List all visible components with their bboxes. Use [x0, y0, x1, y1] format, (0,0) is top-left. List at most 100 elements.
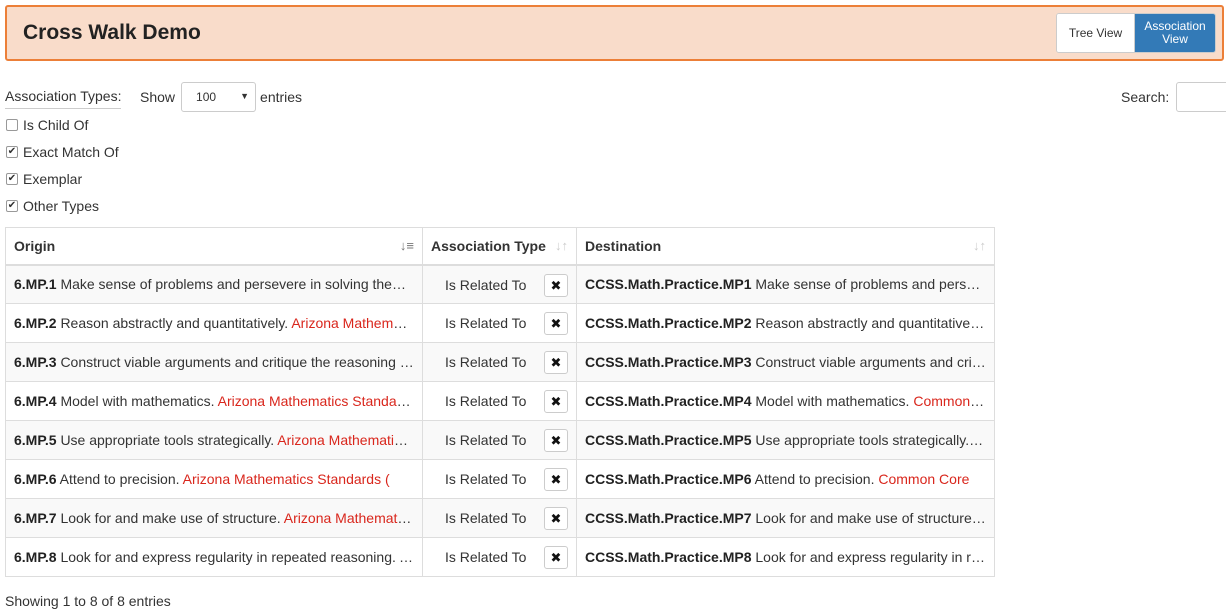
origin-text: Make sense of problems and persevere in … [60, 276, 421, 293]
filter-item[interactable]: ✔ Exact Match Of [6, 144, 119, 160]
destination-text: Model with mathematics. [755, 393, 910, 409]
table-row: 6.MP.2 Reason abstractly and quantitativ… [5, 303, 995, 343]
destination-text: Reason abstractly and quantitatively. Co… [755, 315, 993, 331]
search-control: Search: [1121, 82, 1226, 112]
origin-code: 6.MP.1 [14, 276, 57, 293]
origin-code: 6.MP.7 [14, 510, 57, 526]
sort-asc-icon: ↓≡ [399, 238, 414, 253]
close-icon: ✖ [550, 355, 562, 370]
destination-source: Common Core [913, 393, 993, 409]
origin-code: 6.MP.8 [14, 549, 57, 565]
origin-cell[interactable]: 6.MP.1 Make sense of problems and persev… [5, 264, 423, 304]
show-label: Show [140, 89, 176, 105]
delete-association-button[interactable]: ✖ [544, 273, 568, 297]
association-type: Is Related To [445, 276, 527, 293]
close-icon: ✖ [550, 472, 562, 487]
origin-cell[interactable]: 6.MP.5 Use appropriate tools strategical… [5, 420, 423, 460]
sort-both-icon: ↓↑ [555, 238, 568, 253]
table-row: 6.MP.8 Look for and express regularity i… [5, 537, 995, 577]
origin-cell[interactable]: 6.MP.8 Look for and express regularity i… [5, 537, 423, 577]
close-icon: ✖ [550, 277, 562, 293]
origin-source: Arizona Mathematics Standards [291, 315, 423, 331]
entries-select-value: 100 [196, 90, 217, 104]
destination-cell[interactable]: CCSS.Math.Practice.MP3 Construct viable … [576, 342, 995, 382]
association-types-label: Association Types: [5, 88, 122, 109]
destination-code: CCSS.Math.Practice.MP4 [585, 393, 752, 409]
origin-code: 6.MP.4 [14, 393, 57, 409]
delete-association-button[interactable]: ✖ [544, 390, 568, 413]
destination-cell[interactable]: CCSS.Math.Practice.MP8 Look for and expr… [576, 537, 995, 577]
origin-text: Use appropriate tools strategically. [60, 432, 275, 448]
column-header-association-type[interactable]: Association Type ↓↑ [422, 227, 577, 266]
destination-code: CCSS.Math.Practice.MP7 [585, 510, 752, 526]
table-row: 6.MP.6 Attend to precision. Arizona Math… [5, 459, 995, 499]
delete-association-button[interactable]: ✖ [544, 351, 568, 374]
origin-source: Arizona Mathematics Standards ( [182, 471, 390, 487]
origin-cell[interactable]: 6.MP.3 Construct viable arguments and cr… [5, 342, 423, 382]
origin-cell[interactable]: 6.MP.2 Reason abstractly and quantitativ… [5, 303, 423, 343]
association-type: Is Related To [445, 471, 527, 487]
destination-text: Look for and make use of structure. Comm… [755, 510, 993, 526]
close-icon: ✖ [550, 511, 562, 526]
origin-text: Look for and express regularity in repea… [60, 549, 423, 565]
column-header-destination[interactable]: Destination ↓↑ [576, 227, 995, 266]
association-type: Is Related To [445, 315, 527, 331]
checkbox[interactable]: ✔ [6, 200, 18, 212]
checkbox[interactable]: ✔ [6, 173, 18, 185]
association-cell: Is Related To ✖ [422, 420, 577, 460]
delete-association-button[interactable]: ✖ [544, 429, 568, 452]
delete-association-button[interactable]: ✖ [544, 468, 568, 491]
entries-select[interactable]: 100 ▼ [181, 82, 257, 112]
destination-cell[interactable]: CCSS.Math.Practice.MP6 Attend to precisi… [576, 459, 995, 499]
destination-code: CCSS.Math.Practice.MP6 [585, 471, 752, 487]
tree-view-button[interactable]: Tree View [1057, 14, 1135, 52]
search-input[interactable] [1176, 82, 1226, 112]
origin-cell[interactable]: 6.MP.4 Model with mathematics. Arizona M… [5, 381, 423, 421]
checkbox[interactable] [6, 119, 18, 131]
association-cell: Is Related To ✖ [422, 459, 577, 499]
table-row: 6.MP.5 Use appropriate tools strategical… [5, 420, 995, 460]
destination-cell[interactable]: CCSS.Math.Practice.MP5 Use appropriate t… [576, 420, 995, 460]
filter-item[interactable]: ✔ Other Types [6, 198, 99, 214]
association-view-button[interactable]: Association View [1135, 14, 1215, 52]
entries-label: entries [260, 89, 303, 105]
destination-text: Construct viable arguments and critique … [755, 354, 995, 370]
close-icon: ✖ [550, 433, 562, 448]
origin-cell[interactable]: 6.MP.7 Look for and make use of structur… [5, 498, 423, 538]
origin-text: Model with mathematics. [60, 393, 215, 409]
column-header-origin[interactable]: Origin ↓≡ [5, 227, 423, 266]
destination-code: CCSS.Math.Practice.MP5 [585, 432, 752, 448]
destination-cell[interactable]: CCSS.Math.Practice.MP1 Make sense of pro… [576, 264, 995, 304]
destination-code: CCSS.Math.Practice.MP3 [585, 354, 752, 370]
destination-cell[interactable]: CCSS.Math.Practice.MP2 Reason abstractly… [576, 303, 995, 343]
table-info: Showing 1 to 8 of 8 entries [5, 593, 171, 609]
page-header: Cross Walk Demo Tree View Association Vi… [5, 5, 1224, 61]
association-type: Is Related To [445, 432, 527, 448]
association-cell: Is Related To ✖ [422, 264, 577, 304]
filter-item[interactable]: Is Child Of [6, 117, 88, 133]
destination-text: Use appropriate tools strategically. Com… [755, 432, 993, 448]
destination-cell[interactable]: CCSS.Math.Practice.MP4 Model with mathem… [576, 381, 995, 421]
origin-code: 6.MP.3 [14, 354, 57, 370]
origin-text: Attend to precision. [59, 471, 180, 487]
filter-item[interactable]: ✔ Exemplar [6, 171, 82, 187]
delete-association-button[interactable]: ✖ [544, 507, 568, 530]
crosswalk-table: Origin ↓≡ Association Type ↓↑ Destination ↓… [5, 227, 995, 577]
origin-source: Arizona Mathematics Standards [277, 432, 422, 448]
close-icon: ✖ [550, 316, 562, 331]
origin-text: Look for and make use of structure. [60, 510, 281, 526]
table-row: 6.MP.7 Look for and make use of structur… [5, 498, 995, 538]
page-title: Cross Walk Demo [23, 21, 201, 44]
table-row: 6.MP.4 Model with mathematics. Arizona M… [5, 381, 995, 421]
destination-text: Make sense of problems and persevere in … [755, 276, 994, 293]
destination-cell[interactable]: CCSS.Math.Practice.MP7 Look for and make… [576, 498, 995, 538]
association-type: Is Related To [445, 393, 527, 409]
origin-cell[interactable]: 6.MP.6 Attend to precision. Arizona Math… [5, 459, 423, 499]
checkbox[interactable]: ✔ [6, 146, 18, 158]
view-toggle: Tree View Association View [1056, 13, 1216, 53]
close-icon: ✖ [550, 394, 562, 409]
association-type: Is Related To [445, 549, 527, 565]
delete-association-button[interactable]: ✖ [544, 312, 568, 335]
delete-association-button[interactable]: ✖ [544, 546, 568, 569]
destination-source: Common Core [878, 471, 970, 487]
